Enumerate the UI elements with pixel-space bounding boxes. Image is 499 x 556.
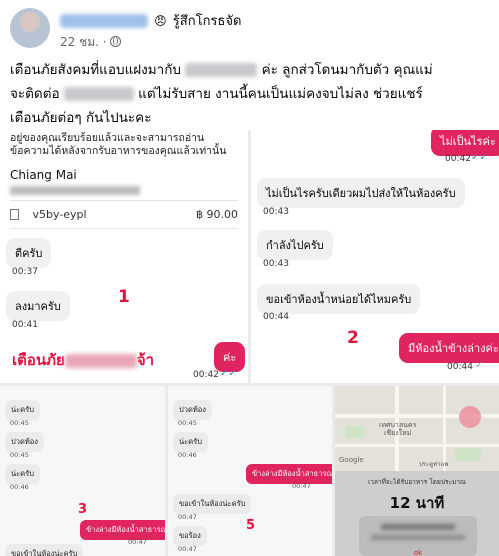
angry-emoji-icon: 😠 — [154, 13, 167, 28]
redacted-brand — [63, 87, 134, 101]
author-name-blurred[interactable] — [60, 13, 148, 28]
order-notice: อยู่ของคุณเรียบร้อยแล้วและจะสามารถอ่าน ข… — [10, 132, 227, 157]
map-pin-icon[interactable] — [459, 406, 481, 428]
incoming-message: กำลังไปครับ — [257, 230, 333, 260]
step-number: 1 — [118, 287, 130, 307]
outgoing-message: มีห้องน้ำข้างล่างค่ะ — [399, 333, 499, 363]
post-time[interactable]: 22 ชม. — [60, 35, 99, 49]
chat-screenshot-2[interactable]: ไม่เป็นไรค่ะ 00:42 ✓✓ ไม่เป็นไรครับเดียว… — [251, 130, 499, 383]
incoming-message: ขอร้อง — [173, 526, 207, 546]
message-time: 00:46 — [10, 483, 29, 491]
globe-icon[interactable] — [110, 36, 122, 47]
message-time: 00:47 — [178, 513, 197, 521]
map-screenshot[interactable]: เทศบาลนคร เชียงใหม่ ประตูท่าแพ Google เว… — [335, 386, 499, 556]
post-meta: 22 ชม. · — [60, 33, 122, 52]
incoming-message: ปวดท้อง — [5, 432, 44, 452]
incoming-message: ไม่เป็นไรครับเดียวผมไปส่งให้ในห้องครับ — [257, 178, 465, 208]
chat-screenshot-4[interactable]: ปวดท้อง 00:45 น่ะครับ 00:46 ข้างล่างมีห้… — [168, 386, 332, 556]
message-time: 00:45 — [10, 419, 29, 427]
chat-screenshot-1[interactable]: อยู่ของคุณเรียบร้อยแล้วและจะสามารถอ่าน ข… — [0, 130, 248, 383]
map-label: เทศบาลนคร เชียงใหม่ — [379, 421, 417, 437]
outgoing-message: ข้างล่างมีห้องน้ำสาธารณะ — [246, 464, 332, 484]
message-time: 00:47 — [292, 482, 311, 490]
step-number: 3 — [78, 502, 88, 517]
incoming-message: น่ะครับ — [173, 432, 208, 452]
post-header: 😠 รู้สึกโกรธจัด 22 ชม. · — [0, 0, 499, 56]
eta-sheet: เวลาที่จะได้รับอาหาร โดยประมาณ 12 นาที o… — [335, 471, 499, 556]
message-time: 00:44 — [263, 312, 289, 322]
photo-grid: อยู่ของคุณเรียบร้อยแล้วและจะสามารถอ่าน ข… — [0, 130, 499, 556]
order-id: v5by-eypl — [32, 208, 87, 221]
message-time: 00:47 — [128, 538, 147, 546]
rider-card: ok — [359, 516, 477, 556]
redacted-address — [10, 186, 140, 195]
message-time: 00:47 — [178, 545, 197, 553]
outgoing-message: ไม่เป็นไรค่ะ — [431, 130, 499, 156]
message-time: 00:37 — [12, 267, 38, 277]
read-check-icon: ✓✓ — [471, 152, 488, 163]
message-time: 00:46 — [178, 451, 197, 459]
order-row: v5by-eypl ฿ 90.00 — [10, 208, 238, 221]
message-time: 00:44 — [447, 362, 473, 372]
order-price: ฿ 90.00 — [196, 208, 238, 221]
receipt-icon — [10, 209, 19, 220]
eta-value: 12 นาที — [389, 494, 445, 512]
message-time: 00:43 — [263, 207, 289, 217]
read-check-icon: ✓✓ — [220, 368, 237, 379]
feeling-text: รู้สึกโกรธจัด — [172, 14, 242, 29]
message-time: 00:45 — [178, 419, 197, 427]
map-view[interactable]: เทศบาลนคร เชียงใหม่ ประตูท่าแพ Google — [335, 386, 499, 471]
incoming-message: ขอเข้าในห้องน่ะครับ — [5, 544, 84, 556]
incoming-message: น่ะครับ — [5, 464, 40, 484]
chat-screenshot-3[interactable]: น่ะครับ 00:45 ปวดท้อง 00:45 น่ะครับ 00:4… — [0, 386, 165, 556]
avatar[interactable] — [10, 8, 50, 48]
incoming-message: ตีครับ — [6, 238, 52, 268]
post-text-part: จะติดต่อ — [10, 86, 60, 102]
author-line: 😠 รู้สึกโกรธจัด — [60, 10, 241, 31]
message-time: 00:45 — [10, 451, 29, 459]
post-text-part: แต่ไม่รับสาย งานนี้คนเป็นแม่คงจบไม่ลง ช่… — [138, 86, 423, 102]
message-time: 00:42 — [193, 370, 219, 380]
order-city: Chiang Mai — [10, 168, 77, 182]
outgoing-message: ข้างล่างมีห้องน้ำสาธารณะ — [80, 520, 165, 540]
message-time: 00:42 — [445, 154, 471, 164]
google-logo: Google — [339, 456, 364, 464]
warning-caption: เตือนภัย จ้า — [12, 351, 155, 369]
incoming-message: ขอเข้าในห้องน่ะครับ — [173, 494, 252, 514]
message-time: 00:43 — [263, 259, 289, 269]
sent-check-icon: ✓ — [475, 360, 484, 371]
incoming-message: น่ะครับ — [5, 400, 40, 420]
ok-button[interactable]: ok — [359, 549, 477, 556]
incoming-message: ปวดท้อง — [173, 400, 212, 420]
map-label: ประตูท่าแพ — [419, 461, 449, 468]
eta-caption: เวลาที่จะได้รับอาหาร โดยประมาณ — [368, 478, 466, 486]
message-time: 00:41 — [12, 320, 38, 330]
incoming-message: ลงมาครับ — [6, 291, 70, 321]
post-text-part: เตือนภัยสังคมที่แอบแฝงมากับ — [10, 62, 181, 78]
post-text-part: ค่ะ ลูกส่วโดนมากับตัว คุณแม่ — [261, 62, 433, 78]
post-text-part: เตือนภัยต่อๆ กันไปนะคะ — [10, 110, 152, 126]
incoming-message: ขอเข้าห้องน้ำหน่อยได้ไหมครับ — [257, 284, 421, 314]
step-number: 5 — [246, 518, 256, 533]
step-number: 2 — [347, 328, 359, 348]
redacted-brand — [185, 63, 258, 77]
redacted-brand — [64, 353, 137, 368]
post-text: เตือนภัยสังคมที่แอบแฝงมากับ ค่ะ ลูกส่วโด… — [10, 58, 490, 130]
